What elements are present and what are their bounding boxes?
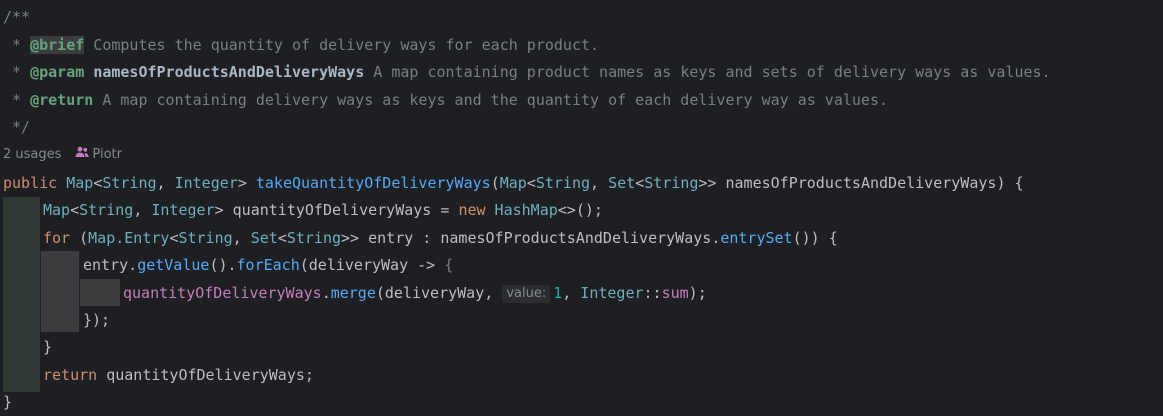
- javadoc-return-line: * @return A map containing delivery ways…: [3, 91, 889, 109]
- indent-guide-level2: [41, 251, 79, 332]
- users-icon: [75, 146, 90, 157]
- javadoc-close: */: [3, 118, 31, 136]
- code-line-for-close: }: [43, 338, 53, 356]
- javadoc-param-line: * @param namesOfProductsAndDeliveryWays …: [3, 63, 1051, 81]
- code-line-lambda-close: });: [83, 311, 111, 329]
- code-editor[interactable]: /** * @brief Computes the quantity of de…: [0, 0, 1163, 416]
- code-line-for: for (Map.Entry<String, Set<String>> entr…: [43, 229, 838, 247]
- code-line-signature: public Map<String, Integer> takeQuantity…: [3, 174, 1024, 192]
- code-vision-line: 2 usages Piotr: [3, 143, 122, 167]
- javadoc-param-tag: @param: [30, 63, 85, 81]
- code-line-local-var: Map<String, Integer> quantityOfDeliveryW…: [43, 201, 603, 219]
- javadoc-brief-tag: @brief: [30, 36, 85, 54]
- author-link[interactable]: Piotr: [92, 147, 122, 162]
- code-line-return: return quantityOfDeliveryWays;: [43, 366, 314, 384]
- code-line-method-close: }: [3, 393, 13, 411]
- code-line-foreach: entry.getValue().forEach(deliveryWay -> …: [83, 256, 454, 274]
- indent-guide-level1: [3, 197, 40, 392]
- usages-link[interactable]: 2 usages: [3, 147, 61, 162]
- method-name: takeQuantityOfDeliveryWays: [255, 174, 491, 192]
- code-line-merge: quantityOfDeliveryWays.merge(deliveryWay…: [123, 284, 707, 303]
- javadoc-param-name: namesOfProductsAndDeliveryWays: [93, 63, 365, 81]
- indent-guide-level3: [80, 279, 120, 306]
- javadoc-open: /**: [3, 8, 31, 26]
- parameter-hint: value:: [502, 285, 551, 303]
- javadoc-brief-line: * @brief Computes the quantity of delive…: [3, 36, 600, 54]
- javadoc-return-tag: @return: [30, 91, 94, 109]
